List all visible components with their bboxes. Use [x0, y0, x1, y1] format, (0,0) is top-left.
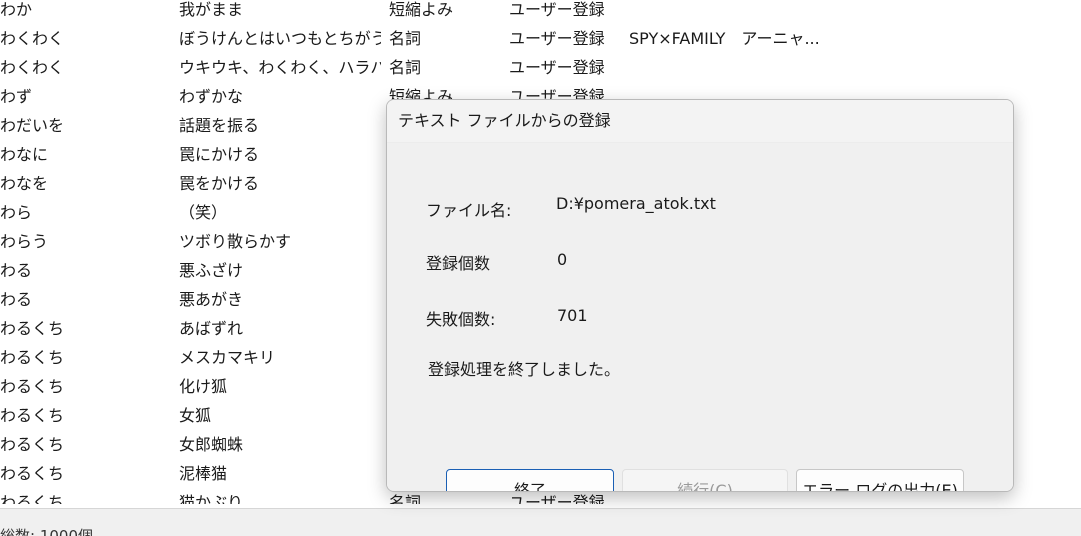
reading-cell: わる: [0, 261, 33, 280]
reading-cell: わるくち: [0, 348, 65, 367]
word-cell: ツボり散らかす: [179, 232, 292, 251]
text-file-import-dialog: テキスト ファイルからの登録 ファイル名: D:¥pomera_atok.txt…: [386, 99, 1014, 492]
reading-cell: わる: [0, 290, 33, 309]
word-cell: わずかな: [179, 87, 244, 106]
word-cell: 悪ふざけ: [179, 261, 244, 280]
reading-cell: わず: [0, 87, 33, 106]
dialog-title: テキスト ファイルからの登録: [387, 100, 1013, 143]
word-cell: メスカマキリ: [179, 348, 276, 367]
word-cell: ウキウキ、わくわく、ハラハラ...: [179, 58, 381, 77]
registered-count-value: 0: [557, 250, 568, 269]
reading-cell: わくわく: [0, 29, 65, 48]
reading-cell: わなに: [0, 145, 49, 164]
word-cell: 猫かぶり: [179, 493, 244, 504]
reading-cell: わか: [0, 0, 33, 19]
status-bar: 総数: 1000個: [0, 508, 1081, 536]
word-cell: （笑）: [179, 203, 228, 222]
registered-count-label: 登録個数: [426, 254, 491, 273]
part-of-speech-cell: 名詞: [389, 29, 422, 48]
word-cell: 話題を振る: [179, 116, 260, 135]
word-cell: 泥棒猫: [179, 464, 228, 483]
reading-cell: わるくち: [0, 319, 65, 338]
export-error-log-button[interactable]: エラー ログの出力(E): [796, 469, 964, 491]
word-cell: 悪あがき: [179, 290, 244, 309]
reading-cell: わなを: [0, 174, 49, 193]
reading-cell: わらう: [0, 232, 49, 251]
word-cell: 女狐: [179, 406, 212, 425]
failed-count-value: 701: [557, 306, 588, 325]
reading-cell: わるくち: [0, 435, 65, 454]
reading-cell: わくわく: [0, 58, 65, 77]
word-cell: あばずれ: [179, 319, 244, 338]
continue-button[interactable]: 続行(C): [622, 469, 788, 491]
failed-count-label: 失敗個数:: [426, 310, 496, 329]
finish-button[interactable]: 終了: [446, 469, 614, 491]
dialog-body: ファイル名: D:¥pomera_atok.txt 登録個数 0 失敗個数: 7…: [387, 143, 1013, 491]
word-cell: 我がまま: [179, 0, 244, 19]
part-of-speech-cell: 名詞: [389, 58, 422, 77]
table-row[interactable]: わくわく ウキウキ、わくわく、ハラハラ... 名詞 ユーザー登録: [0, 53, 1081, 82]
completion-message: 登録処理を終了しました。: [428, 360, 621, 379]
table-row[interactable]: わくわく ぼうけんとはいつもとちがう... 名詞 ユーザー登録 SPY×FAMILY ア…: [0, 24, 1081, 53]
file-name-label: ファイル名:: [426, 201, 512, 220]
registration-type-cell: ユーザー登録: [509, 58, 605, 77]
part-of-speech-cell: 短縮よみ: [389, 0, 454, 19]
word-cell: 女郎蜘蛛: [179, 435, 244, 454]
reading-cell: わるくち: [0, 464, 65, 483]
file-name-value: D:¥pomera_atok.txt: [556, 194, 716, 213]
word-cell: 化け狐: [179, 377, 228, 396]
reading-cell: わるくち: [0, 377, 65, 396]
word-cell: 罠をかける: [179, 174, 260, 193]
registration-type-cell: ユーザー登録: [509, 0, 605, 19]
registration-type-cell: ユーザー登録: [509, 29, 605, 48]
reading-cell: わだいを: [0, 116, 65, 135]
reading-cell: わら: [0, 203, 33, 222]
table-row[interactable]: わか 我がまま 短縮よみ ユーザー登録: [0, 0, 1081, 24]
status-total-count: 総数: 1000個: [0, 527, 93, 536]
word-cell: ぼうけんとはいつもとちがう...: [179, 29, 381, 48]
reading-cell: わるくち: [0, 406, 65, 425]
reading-cell: わるくち: [0, 493, 65, 504]
word-cell: 罠にかける: [179, 145, 260, 164]
comment-cell: SPY×FAMILY アーニャ...: [629, 29, 820, 48]
